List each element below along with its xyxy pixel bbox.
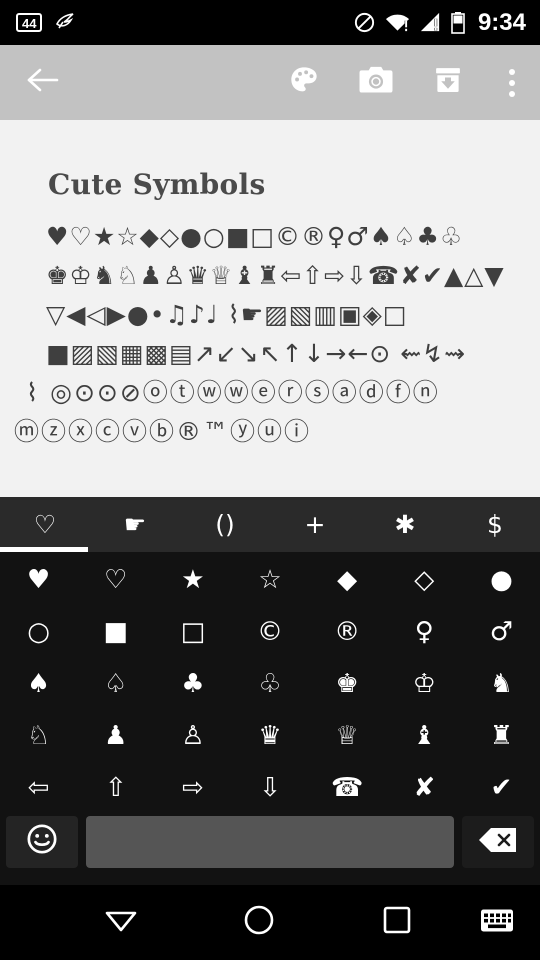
symbol-key[interactable]: □: [154, 606, 232, 658]
symbol-list: ♥♡★☆◆◇●○■□©®♀♂♠♤♣♧ ♚♔♞♘♟♙♛♕♝♜⇦⇧⇨⇩☎✘✔▲△▼ …: [0, 201, 540, 451]
symbol-key[interactable]: ♞: [462, 658, 540, 710]
keyboard-switch-icon: [480, 909, 514, 937]
symbol-key[interactable]: ◆: [308, 554, 386, 606]
app-toolbar: [0, 45, 540, 120]
symbol-key[interactable]: ♀: [385, 606, 463, 658]
symbol-key[interactable]: ♤: [77, 658, 155, 710]
camera-button[interactable]: [340, 45, 412, 120]
symbol-row[interactable]: ⌇ ◎⊙⊙⊘ⓞⓣⓦⓦⓔⓡⓢⓐⓓⓕⓝ: [0, 373, 540, 412]
tab-hearts[interactable]: ♡: [0, 497, 90, 552]
symbol-key[interactable]: ♣: [154, 658, 232, 710]
symbol-key[interactable]: ♂: [462, 606, 540, 658]
space-key[interactable]: [86, 816, 454, 868]
symbol-key[interactable]: ★: [154, 554, 232, 606]
collapse-keyboard-icon: [103, 905, 139, 940]
status-bar: 44 9:34: [0, 0, 540, 45]
symbol-key[interactable]: ○: [0, 606, 78, 658]
selected-tab-indicator: [0, 547, 88, 552]
symbol-key[interactable]: ♔: [385, 658, 463, 710]
keyboard-key-grid: ♥ ♡ ★ ☆ ◆ ◇ ● ○ ■ □ © ® ♀ ♂ ♠ ♤ ♣ ♧ ♚ ♔ …: [0, 552, 540, 814]
tab-stars[interactable]: ✱: [360, 497, 450, 552]
keyboard-row: ♘ ♟ ♙ ♛ ♕ ♝ ♜: [0, 710, 540, 762]
system-navigation-bar: [0, 885, 540, 960]
symbol-key[interactable]: ♥: [0, 554, 78, 606]
symbol-key[interactable]: ©: [231, 606, 309, 658]
phone-screen: 44 9:34 Cute Symbols ♥♡★☆◆◇●○■□©®♀♂♠♤♣♧ …: [0, 0, 540, 960]
keyboard-bottom-row: [0, 814, 540, 872]
symbol-key[interactable]: ®: [308, 606, 386, 658]
symbol-key[interactable]: ♙: [154, 710, 232, 762]
keyboard-row: ♥ ♡ ★ ☆ ◆ ◇ ●: [0, 554, 540, 606]
symbol-key[interactable]: ♠: [0, 658, 78, 710]
symbol-row[interactable]: ♚♔♞♘♟♙♛♕♝♜⇦⇧⇨⇩☎✘✔▲△▼: [0, 256, 540, 295]
symbol-key[interactable]: ♚: [308, 658, 386, 710]
overflow-menu-icon: [509, 68, 515, 97]
tab-brackets[interactable]: (): [180, 497, 270, 552]
status-bar-left: 44: [0, 11, 76, 35]
symbol-key[interactable]: ⇨: [154, 762, 232, 814]
overflow-menu-button[interactable]: [484, 45, 540, 120]
backspace-key[interactable]: [462, 816, 534, 868]
nav-recents-button[interactable]: [328, 885, 466, 960]
symbol-key[interactable]: ♜: [462, 710, 540, 762]
nav-home-button[interactable]: [190, 885, 328, 960]
status-bar-clock: 9:34: [477, 8, 526, 36]
home-circle-icon: [242, 903, 276, 942]
nav-back-button[interactable]: [52, 885, 190, 960]
keyboard-row: ○ ■ □ © ® ♀ ♂: [0, 606, 540, 658]
symbol-key[interactable]: ☆: [231, 554, 309, 606]
tab-currency[interactable]: $: [450, 497, 540, 552]
page-title: Cute Symbols: [48, 168, 266, 201]
camera-icon: [359, 65, 393, 100]
toolbar-actions: [268, 45, 540, 120]
symbol-key[interactable]: ♡: [77, 554, 155, 606]
symbol-row[interactable]: ▽◀◁▶●•♫♪♩ ⌇☛▨▧▥▣◈□: [0, 295, 540, 334]
back-button[interactable]: [26, 66, 60, 99]
nav-keyboard-switch-button[interactable]: [480, 907, 514, 938]
symbol-key[interactable]: ⇧: [77, 762, 155, 814]
symbol-key[interactable]: ⇩: [231, 762, 309, 814]
content-area: Cute Symbols ♥♡★☆◆◇●○■□©®♀♂♠♤♣♧ ♚♔♞♘♟♙♛♕…: [0, 120, 540, 497]
symbol-keyboard: ♡ ☛ () + ✱ $ ♥ ♡ ★ ☆ ◆ ◇ ● ○ ■ □ © ® ♀ ♂…: [0, 497, 540, 885]
symbol-key[interactable]: ♧: [231, 658, 309, 710]
symbol-key[interactable]: ☎: [308, 762, 386, 814]
symbol-row[interactable]: ⓜⓩⓧⓒⓥⓑ®™ⓨⓤⓘ: [0, 412, 540, 451]
symbol-key[interactable]: ⇦: [0, 762, 78, 814]
symbol-row[interactable]: ■▨▧▦▩▤↗↙↘↖↑↓→←⊙ ⇜↯⇝: [0, 334, 540, 373]
emoji-smiley-icon: [25, 822, 59, 863]
wifi-warning-icon: [385, 11, 410, 34]
status-bar-right: 9:34: [353, 9, 540, 37]
symbol-key[interactable]: ■: [77, 606, 155, 658]
symbol-key[interactable]: ◇: [385, 554, 463, 606]
backspace-icon: [478, 826, 518, 859]
palette-icon: [288, 64, 320, 101]
battery-icon: [451, 11, 465, 35]
bird-icon: [54, 11, 76, 35]
symbol-row[interactable]: ♥♡★☆◆◇●○■□©®♀♂♠♤♣♧: [0, 217, 540, 256]
symbol-key[interactable]: ♝: [385, 710, 463, 762]
symbol-key[interactable]: ♕: [308, 710, 386, 762]
archive-button[interactable]: [412, 45, 484, 120]
symbol-key[interactable]: ♛: [231, 710, 309, 762]
keyboard-row: ⇦ ⇧ ⇨ ⇩ ☎ ✘ ✔: [0, 762, 540, 814]
emoji-key[interactable]: [6, 816, 78, 868]
palette-button[interactable]: [268, 45, 340, 120]
keyboard-category-tabs: ♡ ☛ () + ✱ $: [0, 497, 540, 552]
symbol-key[interactable]: ♟: [77, 710, 155, 762]
tab-math[interactable]: +: [270, 497, 360, 552]
recents-square-icon: [381, 904, 413, 941]
do-not-disturb-icon: [353, 11, 376, 34]
symbol-key[interactable]: ✘: [385, 762, 463, 814]
back-arrow-icon: [26, 68, 60, 98]
archive-download-icon: [433, 65, 463, 100]
notification-count-badge: 44: [16, 13, 43, 32]
symbol-key[interactable]: ●: [462, 554, 540, 606]
symbol-key[interactable]: ♘: [0, 710, 78, 762]
cellular-warning-icon: [419, 11, 442, 34]
tab-hands[interactable]: ☛: [90, 497, 180, 552]
symbol-key[interactable]: ✔: [462, 762, 540, 814]
keyboard-row: ♠ ♤ ♣ ♧ ♚ ♔ ♞: [0, 658, 540, 710]
